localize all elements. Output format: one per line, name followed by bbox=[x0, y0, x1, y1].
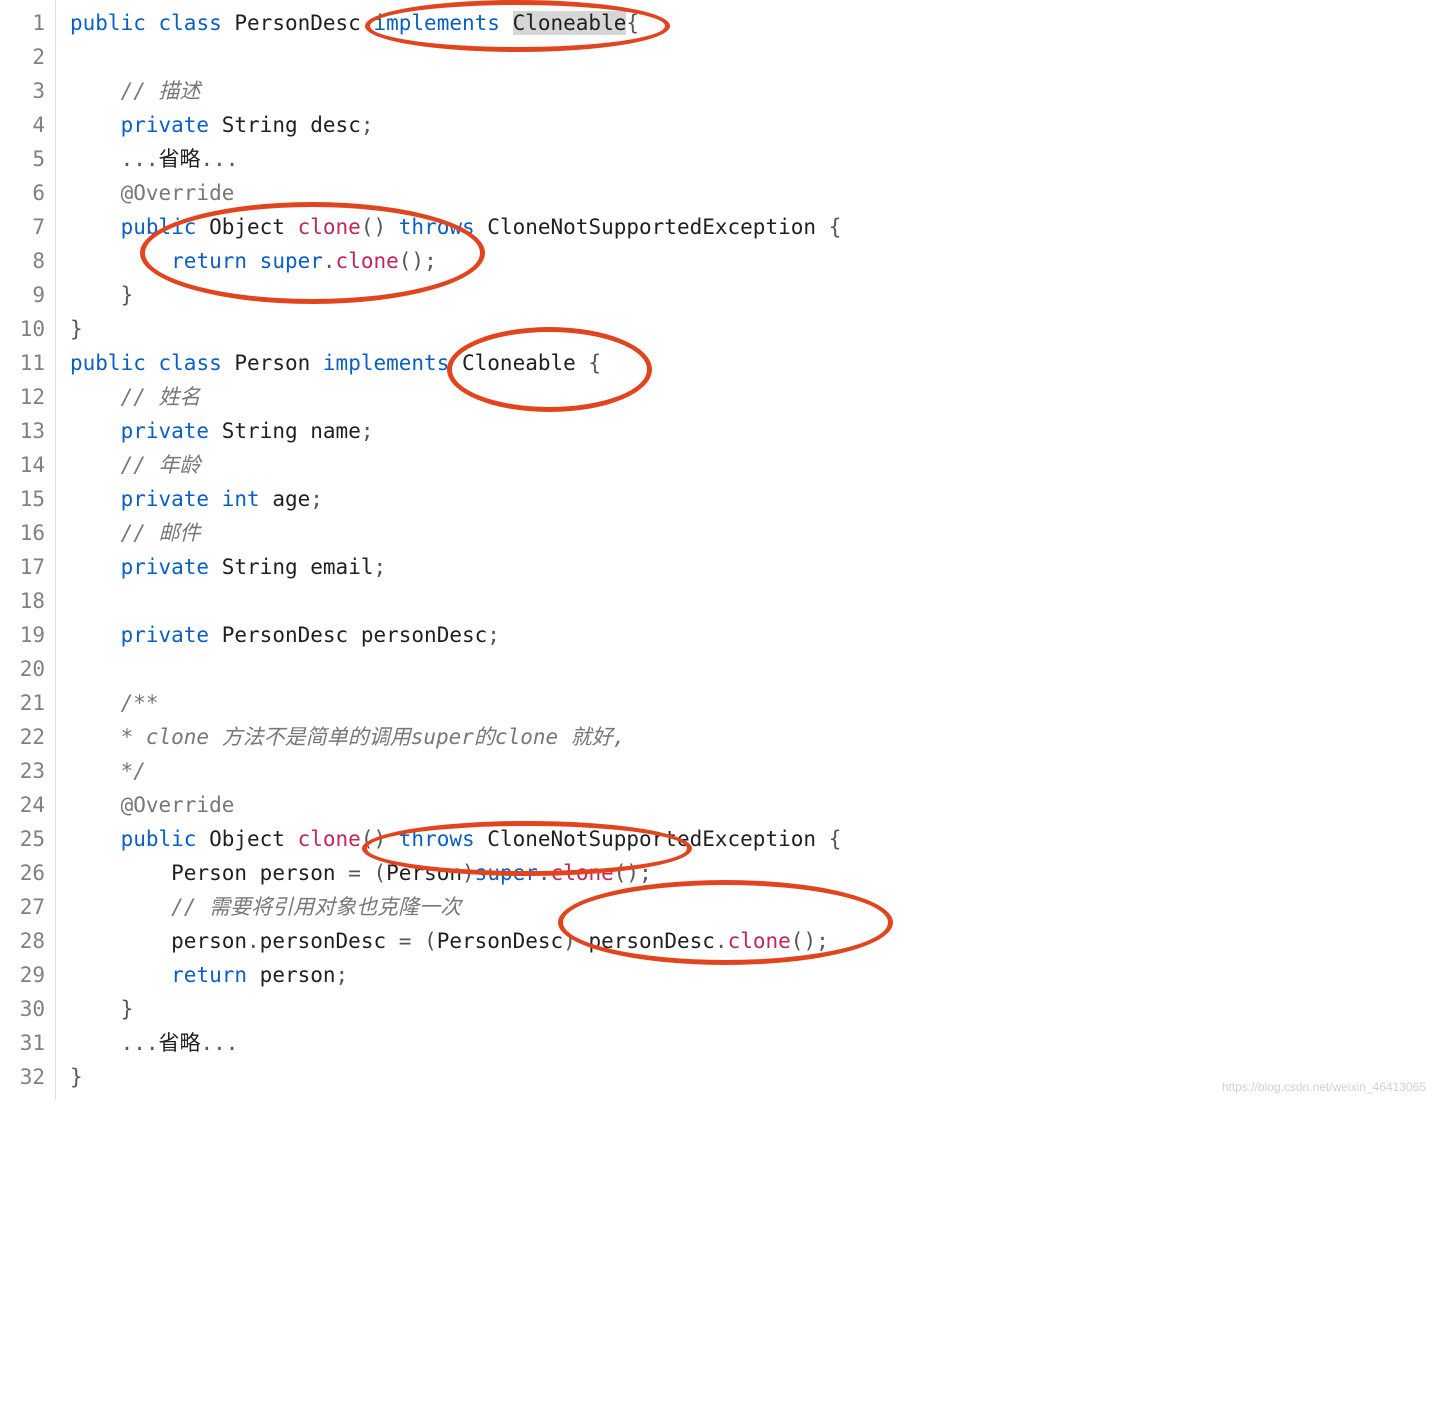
line-number: 23 bbox=[0, 754, 55, 788]
line-number: 21 bbox=[0, 686, 55, 720]
line-number: 26 bbox=[0, 856, 55, 890]
code-line[interactable]: public Object clone() throws CloneNotSup… bbox=[70, 210, 1438, 244]
line-number: 27 bbox=[0, 890, 55, 924]
code-container: 1234567891011121314151617181920212223242… bbox=[0, 0, 1438, 1100]
code-line[interactable]: person.personDesc = (PersonDesc) personD… bbox=[70, 924, 1438, 958]
code-line[interactable] bbox=[70, 584, 1438, 618]
line-number: 13 bbox=[0, 414, 55, 448]
line-number: 5 bbox=[0, 142, 55, 176]
code-line[interactable]: return super.clone(); bbox=[70, 244, 1438, 278]
code-line[interactable]: @Override bbox=[70, 176, 1438, 210]
code-line[interactable]: private String name; bbox=[70, 414, 1438, 448]
line-number: 9 bbox=[0, 278, 55, 312]
code-line[interactable]: public Object clone() throws CloneNotSup… bbox=[70, 822, 1438, 856]
line-number: 12 bbox=[0, 380, 55, 414]
line-number: 18 bbox=[0, 584, 55, 618]
code-line[interactable]: Person person = (Person)super.clone(); bbox=[70, 856, 1438, 890]
code-line[interactable]: */ bbox=[70, 754, 1438, 788]
code-line[interactable]: private String desc; bbox=[70, 108, 1438, 142]
code-line[interactable]: // 姓名 bbox=[70, 380, 1438, 414]
code-line[interactable]: /** bbox=[70, 686, 1438, 720]
line-number: 8 bbox=[0, 244, 55, 278]
line-number: 16 bbox=[0, 516, 55, 550]
line-number: 30 bbox=[0, 992, 55, 1026]
line-number: 4 bbox=[0, 108, 55, 142]
line-number: 14 bbox=[0, 448, 55, 482]
code-line[interactable]: private PersonDesc personDesc; bbox=[70, 618, 1438, 652]
code-line[interactable]: // 邮件 bbox=[70, 516, 1438, 550]
code-line[interactable]: ...省略... bbox=[70, 1026, 1438, 1060]
line-number: 28 bbox=[0, 924, 55, 958]
code-line[interactable]: } bbox=[70, 992, 1438, 1026]
code-line[interactable]: @Override bbox=[70, 788, 1438, 822]
line-number: 32 bbox=[0, 1060, 55, 1094]
line-number: 22 bbox=[0, 720, 55, 754]
code-line[interactable]: // 需要将引用对象也克隆一次 bbox=[70, 890, 1438, 924]
line-number: 10 bbox=[0, 312, 55, 346]
code-line[interactable]: return person; bbox=[70, 958, 1438, 992]
line-number: 11 bbox=[0, 346, 55, 380]
line-number: 2 bbox=[0, 40, 55, 74]
line-number: 17 bbox=[0, 550, 55, 584]
line-number: 20 bbox=[0, 652, 55, 686]
line-number: 6 bbox=[0, 176, 55, 210]
code-line[interactable] bbox=[70, 652, 1438, 686]
code-line[interactable]: ...省略... bbox=[70, 142, 1438, 176]
line-number: 25 bbox=[0, 822, 55, 856]
line-number: 29 bbox=[0, 958, 55, 992]
code-line[interactable]: public class PersonDesc implements Clone… bbox=[70, 6, 1438, 40]
line-number: 7 bbox=[0, 210, 55, 244]
code-line[interactable]: public class Person implements Cloneable… bbox=[70, 346, 1438, 380]
code-area[interactable]: public class PersonDesc implements Clone… bbox=[56, 0, 1438, 1100]
line-number: 1 bbox=[0, 6, 55, 40]
code-line[interactable]: // 描述 bbox=[70, 74, 1438, 108]
line-number: 15 bbox=[0, 482, 55, 516]
line-number-gutter: 1234567891011121314151617181920212223242… bbox=[0, 0, 56, 1100]
code-line[interactable]: } bbox=[70, 278, 1438, 312]
line-number: 19 bbox=[0, 618, 55, 652]
code-line[interactable]: private String email; bbox=[70, 550, 1438, 584]
code-line[interactable]: private int age; bbox=[70, 482, 1438, 516]
line-number: 3 bbox=[0, 74, 55, 108]
line-number: 24 bbox=[0, 788, 55, 822]
code-line[interactable]: // 年龄 bbox=[70, 448, 1438, 482]
line-number: 31 bbox=[0, 1026, 55, 1060]
code-line[interactable]: } bbox=[70, 312, 1438, 346]
code-line[interactable]: * clone 方法不是简单的调用super的clone 就好, bbox=[70, 720, 1438, 754]
code-line[interactable] bbox=[70, 40, 1438, 74]
watermark: https://blog.csdn.net/weixin_46413065 bbox=[1222, 1080, 1426, 1094]
